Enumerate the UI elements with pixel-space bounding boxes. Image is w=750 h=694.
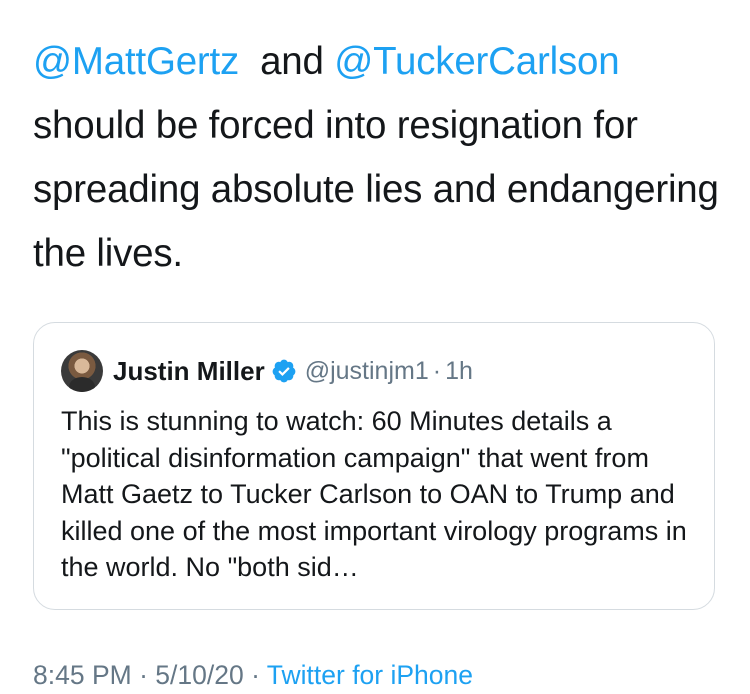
quoted-tweet-header: Justin Miller @justinjm1 · 1h <box>61 349 473 393</box>
user-avatar-icon[interactable] <box>61 350 103 392</box>
quoted-tweet-card[interactable]: Justin Miller @justinjm1 · 1h This is st… <box>33 322 715 610</box>
quoted-author-name[interactable]: Justin Miller <box>113 356 265 387</box>
tweet-time[interactable]: 8:45 PM <box>33 660 132 690</box>
quoted-tweet-text: This is stunning to watch: 60 Minutes de… <box>61 406 687 582</box>
meta-separator-1: · <box>139 660 148 690</box>
mention-mattgertz[interactable]: @MattGertz <box>33 40 239 83</box>
meta-separator-2: · <box>251 660 260 690</box>
verified-badge-icon <box>272 359 296 383</box>
mention-tuckercarlson[interactable]: @TuckerCarlson <box>334 40 619 83</box>
tweet-view: { "tweet": { "mention_1": "@MattGertz", … <box>0 0 750 694</box>
tweet-body-text: should be forced into resignation for sp… <box>33 104 719 275</box>
tweet-connector-text: and <box>260 40 324 83</box>
quoted-author-handle[interactable]: @justinjm1 <box>305 357 429 386</box>
tweet-text: @MattGertz and @TuckerCarlson should be … <box>33 30 733 286</box>
header-separator: · <box>432 356 442 385</box>
tweet-meta: 8:45 PM · 5/10/20 · Twitter for iPhone <box>33 660 473 690</box>
tweet-date[interactable]: 5/10/20 <box>155 660 243 690</box>
quoted-tweet-time[interactable]: 1h <box>445 357 473 386</box>
tweet-source-link[interactable]: Twitter for iPhone <box>267 660 473 690</box>
